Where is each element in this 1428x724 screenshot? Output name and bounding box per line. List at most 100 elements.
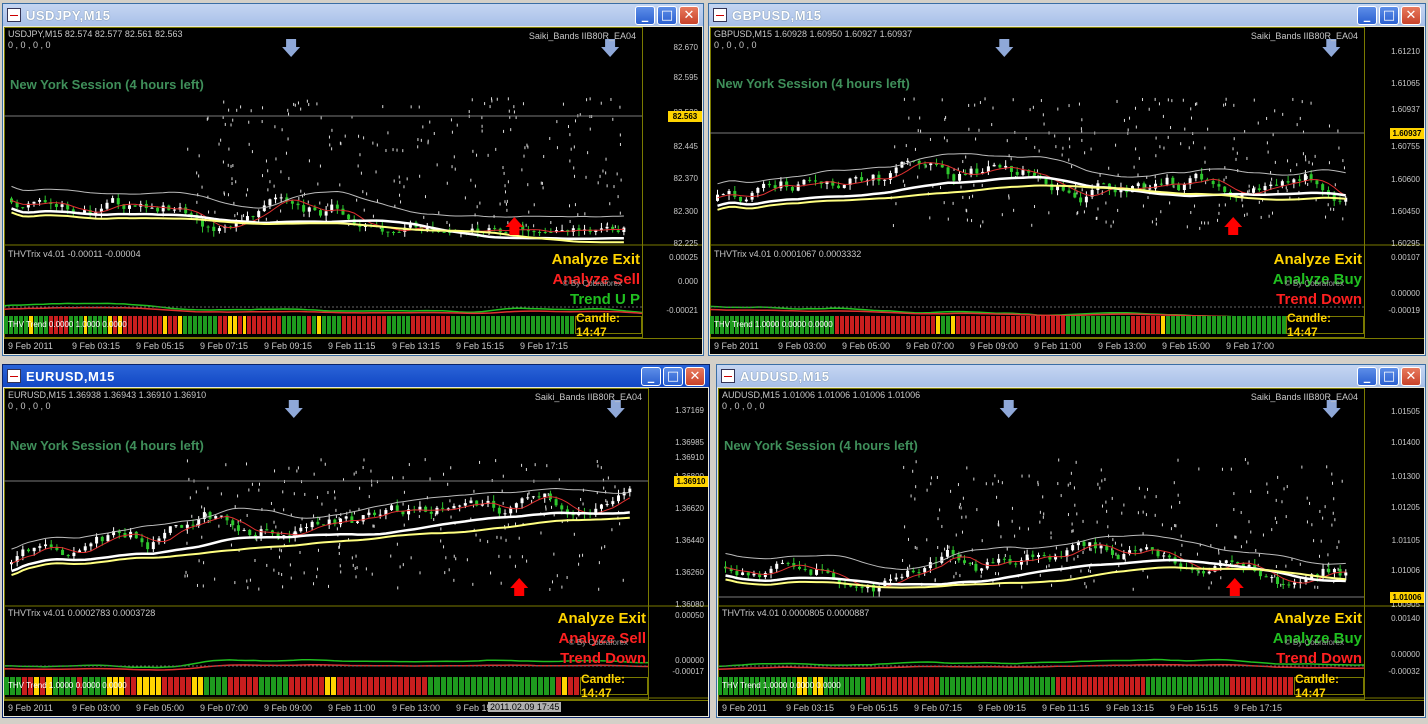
cloud-dot: [894, 145, 896, 149]
cloud-dot: [917, 175, 919, 179]
buy-arrow-icon: [510, 578, 529, 596]
cloud-dot: [443, 472, 445, 476]
time-axis[interactable]: 9 Feb 2011 9 Feb 03:15 9 Feb 05:15 9 Feb 07…: [718, 700, 1424, 716]
cloud-dot: [300, 107, 302, 111]
cloud-dot: [1266, 482, 1268, 486]
candle-timer: Candle: 14:47: [580, 672, 648, 700]
cloud-dot: [231, 177, 233, 181]
chart-window-audusd[interactable]: AUDUSD,M15 _ □ ✕ AUDUSD,M15 1.01006 1.01006 …: [716, 364, 1426, 718]
cloud-dot: [417, 138, 419, 142]
candle: [560, 505, 564, 510]
cloud-dot: [941, 524, 943, 528]
cloud-dot: [1085, 585, 1087, 589]
candle: [1159, 183, 1163, 185]
chart-window-gbpusd[interactable]: GBPUSD,M15 _ □ ✕ GBPUSD,M15 1.60928 1.60950 …: [708, 3, 1426, 356]
time-tick: 9 Feb 13:15: [1106, 703, 1155, 713]
cloud-dot: [396, 148, 398, 152]
title-bar[interactable]: USDJPY,M15 _ □ ✕: [3, 4, 703, 26]
close-button[interactable]: ✕: [685, 367, 705, 386]
chart-area[interactable]: USDJPY,M15 82.574 82.577 82.561 82.563 0 …: [4, 27, 702, 354]
candle: [231, 520, 235, 526]
candle: [746, 572, 750, 576]
cloud-dot: [1205, 181, 1207, 185]
chart-window-eurusd[interactable]: EURUSD,M15 _ □ ✕ EURUSD,M15 1.36938 1.36943 …: [2, 364, 710, 718]
minimize-button[interactable]: _: [1357, 6, 1377, 25]
cloud-dot: [1101, 479, 1103, 483]
window-controls: _ □ ✕: [1357, 6, 1421, 25]
title-bar[interactable]: EURUSD,M15 _ □ ✕: [3, 365, 709, 387]
close-button[interactable]: ✕: [1401, 6, 1421, 25]
candle: [1230, 560, 1234, 562]
maximize-button[interactable]: □: [663, 367, 683, 386]
price-axis[interactable]: 1.371691.369851.369101.368001.366201.364…: [648, 388, 708, 699]
cloud-dot: [293, 102, 295, 106]
time-axis[interactable]: 9 Feb 2011 9 Feb 03:00 9 Feb 05:00 9 Feb 07…: [710, 338, 1424, 354]
cloud-dot: [288, 112, 290, 116]
cloud-dot: [619, 105, 621, 109]
candle: [877, 174, 881, 181]
candle: [1033, 172, 1036, 176]
cloud-dot: [556, 120, 558, 124]
price-axis[interactable]: 1.61210 1.61065 1.60937 1.60755 1.60600 1.604…: [1364, 27, 1424, 337]
cloud-dot: [1121, 543, 1123, 547]
cloud-dot: [904, 183, 906, 187]
candle: [248, 529, 252, 535]
cloud-dot: [985, 482, 987, 486]
cloud-dot: [1328, 161, 1330, 165]
price-axis[interactable]: 82.67082.59582.52082.44582.37082.30082.2…: [642, 27, 702, 337]
cloud-dot: [526, 143, 528, 147]
time-axis[interactable]: 9 Feb 2011 9 Feb 03:00 9 Feb 05:00 9 Feb 07…: [4, 700, 708, 716]
candle: [111, 198, 115, 203]
price-tick: 1.37169: [675, 406, 704, 415]
candle: [206, 226, 210, 228]
cloud-dot: [1186, 225, 1188, 229]
candle: [1263, 186, 1267, 190]
maximize-button[interactable]: □: [657, 6, 677, 25]
cloud-dot: [1342, 159, 1344, 163]
candle: [319, 210, 322, 216]
cloud-dot: [566, 576, 568, 580]
cloud-dot: [466, 558, 468, 562]
cloud-dot: [1105, 201, 1107, 205]
title-bar[interactable]: AUDUSD,M15 _ □ ✕: [717, 365, 1425, 387]
minimize-button[interactable]: _: [641, 367, 661, 386]
chart-window-usdjpy[interactable]: USDJPY,M15 _ □ ✕ USDJPY,M15 82.574 82.577 82…: [2, 3, 704, 356]
maximize-button[interactable]: □: [1379, 367, 1399, 386]
time-tick: 9 Feb 17:00: [1226, 341, 1275, 351]
cloud-dot: [450, 466, 452, 470]
chart-area[interactable]: AUDUSD,M15 1.01006 1.01006 1.01006 1.010…: [718, 388, 1424, 716]
title-bar[interactable]: GBPUSD,M15 _ □ ✕: [709, 4, 1425, 26]
cloud-dot: [196, 200, 198, 204]
cloud-dot: [962, 169, 964, 173]
minimize-button[interactable]: _: [1357, 367, 1377, 386]
candle: [397, 232, 401, 233]
current-price-box: 1.36910: [674, 476, 708, 487]
price-tick: 1.01205: [1391, 503, 1420, 512]
cloud-dot: [1010, 157, 1012, 161]
price-axis[interactable]: 1.01505 1.01400 1.01300 1.01205 1.01105 1.010…: [1364, 388, 1424, 699]
candle: [974, 563, 978, 571]
price-tick: 1.36080: [675, 600, 704, 609]
minimize-button[interactable]: _: [635, 6, 655, 25]
close-button[interactable]: ✕: [1401, 367, 1421, 386]
cloud-dot: [1058, 458, 1060, 462]
cloud-dot: [339, 564, 341, 568]
session-label: New York Session (4 hours left): [10, 77, 204, 92]
candle-timer: Candle: 14:47: [575, 311, 642, 339]
candle: [543, 493, 547, 498]
candle: [1156, 550, 1160, 557]
cloud-dot: [451, 130, 453, 134]
cloud-dot: [278, 571, 280, 575]
chart-area[interactable]: EURUSD,M15 1.36938 1.36943 1.36910 1.369…: [4, 388, 708, 716]
candle: [727, 190, 731, 195]
cloud-dot: [1223, 103, 1225, 107]
cloud-dot: [453, 554, 455, 558]
cloud-dot: [525, 223, 527, 227]
cloud-dot: [1290, 169, 1292, 173]
cloud-dot: [451, 165, 453, 169]
time-axis[interactable]: 9 Feb 2011 9 Feb 03:15 9 Feb 05:15 9 Feb 07…: [4, 338, 702, 354]
maximize-button[interactable]: □: [1379, 6, 1399, 25]
chart-area[interactable]: GBPUSD,M15 1.60928 1.60950 1.60927 1.609…: [710, 27, 1424, 354]
candle: [373, 512, 377, 516]
close-button[interactable]: ✕: [679, 6, 699, 25]
